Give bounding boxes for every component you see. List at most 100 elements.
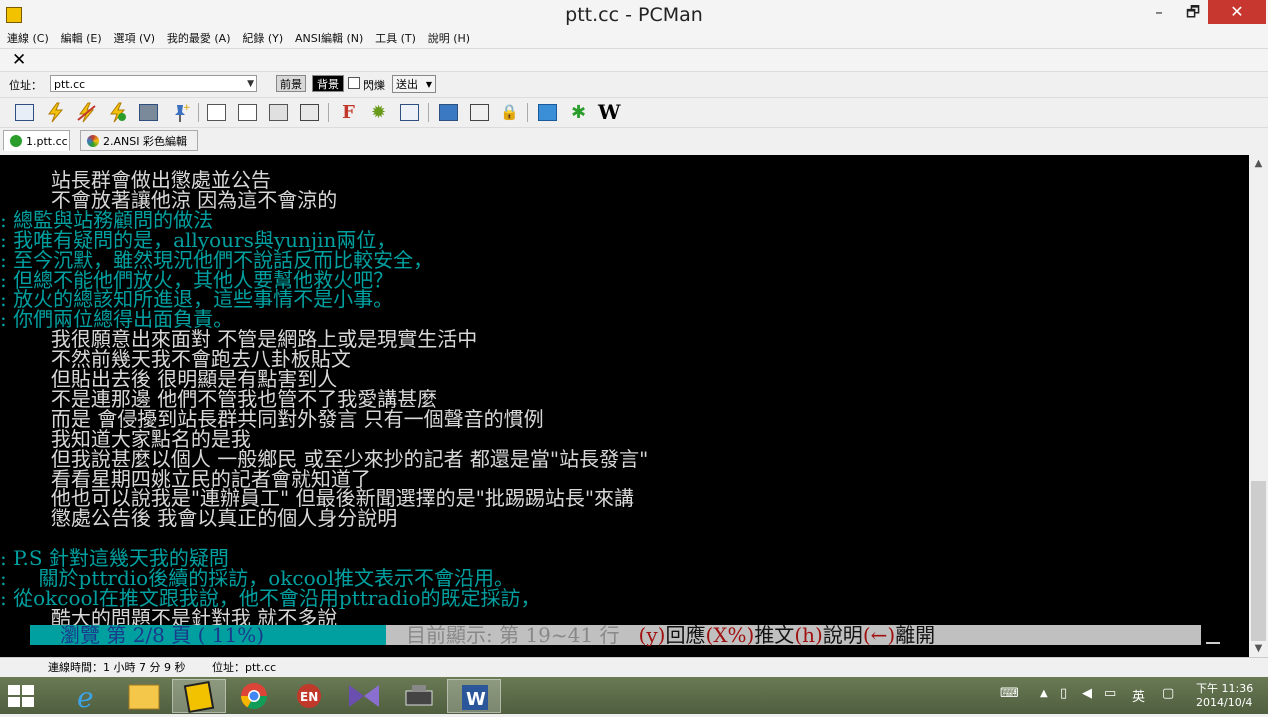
- reconnect-icon[interactable]: [76, 102, 97, 123]
- address-value: ptt.cc: [54, 78, 86, 91]
- connection-time: 連線時間：1 小時 7 分 9 秒: [48, 661, 186, 674]
- blink-label: 閃爍: [363, 79, 385, 92]
- send-button[interactable]: 送出 ▼: [392, 75, 436, 93]
- menu-favorites[interactable]: 我的最愛 (A): [163, 30, 235, 47]
- tab-ptt[interactable]: 1.ptt.cc: [3, 130, 70, 151]
- menu-ansi-edit[interactable]: ANSI編輯 (N): [291, 30, 367, 47]
- chevron-down-icon[interactable]: ▼: [426, 76, 432, 93]
- chrome-icon[interactable]: [227, 679, 281, 713]
- scroll-up-icon[interactable]: ▲: [1249, 155, 1268, 172]
- address-label: 位址：: [9, 79, 42, 92]
- terminal-line: : 總監與站務顧問的做法: [0, 207, 214, 232]
- calculator-icon[interactable]: [469, 102, 490, 123]
- menu-edit[interactable]: 編輯 (E): [57, 30, 106, 47]
- terminal-line: : 從okcool在推文跟我說，他不會沿用pttradio的既定採訪，: [0, 585, 541, 610]
- page-indicator: 瀏覽 第 2/8 頁 ( 11%): [30, 625, 386, 645]
- network-icon[interactable]: ▭: [1104, 686, 1116, 701]
- terminal-line: : 至今沉默，雖然現況他們不說話反而比較安全，: [0, 247, 434, 272]
- disconnect-icon[interactable]: [107, 102, 128, 123]
- menu-log[interactable]: 紀錄 (Y): [238, 30, 287, 47]
- minimize-button[interactable]: –: [1142, 0, 1176, 24]
- menu-tools[interactable]: 工具 (T): [371, 30, 420, 47]
- close-window-button[interactable]: ✕: [1208, 0, 1266, 24]
- monitor-icon[interactable]: [438, 102, 459, 123]
- status-bar: 連線時間：1 小時 7 分 9 秒 位址：ptt.cc: [0, 657, 1268, 678]
- vertical-scrollbar[interactable]: ▲ ▼: [1249, 155, 1268, 657]
- copy-icon[interactable]: [206, 102, 227, 123]
- windows-start-icon[interactable]: [6, 683, 36, 709]
- toolbar-separator: [198, 103, 199, 122]
- send-label: 送出: [396, 78, 418, 91]
- keyboard-icon[interactable]: ⌨: [1000, 686, 1019, 701]
- clock-time[interactable]: 下午 11:36: [1196, 680, 1253, 696]
- pcman-taskbar-icon[interactable]: [172, 679, 226, 714]
- tab-bar: 1.ptt.cc 2.ANSI 彩色編輯: [0, 128, 1268, 153]
- clock-date[interactable]: 2014/10/4: [1196, 696, 1252, 709]
- svg-text:+: +: [183, 103, 190, 113]
- terminal-status-line: 瀏覽 第 2/8 頁 ( 11%) 目前顯示: 第 19~41 行 (y)回應(…: [30, 625, 1220, 645]
- close-tab-icon[interactable]: ✕: [12, 49, 26, 71]
- terminal-screen[interactable]: 站長群會做出懲處並公告 不會放著讓他涼 因為這不會涼的: 總監與站務顧問的做法:…: [0, 155, 1249, 657]
- search-icon[interactable]: [537, 102, 558, 123]
- title-bar: ptt.cc - PCMan – 🗗 ✕: [0, 0, 1268, 30]
- foreground-button[interactable]: 前景: [276, 75, 306, 92]
- connect-icon[interactable]: [45, 102, 66, 123]
- volume-icon[interactable]: ◀: [1082, 686, 1092, 701]
- terminal-line: : 關於pttrdio後續的採訪，okcool推文表示不會沿用。: [0, 566, 515, 590]
- scanner-icon[interactable]: [392, 679, 446, 713]
- terminal-line: 不是連那邊 他們不管我也管不了我愛講甚麼: [0, 386, 438, 411]
- toolbar-separator: [428, 103, 429, 122]
- line-range: 目前顯示: 第 19~41 行: [406, 623, 620, 647]
- word-icon[interactable]: W: [447, 679, 501, 713]
- window-title: ptt.cc - PCMan: [565, 4, 703, 26]
- copy-paste-icon[interactable]: [268, 102, 289, 123]
- status-help: 目前顯示: 第 19~41 行 (y)回應(X%)推文(h)說明(←)離開: [386, 625, 1201, 645]
- push-key: (X%): [705, 623, 755, 647]
- svg-text:W: W: [466, 689, 486, 710]
- scroll-down-icon[interactable]: ▼: [1249, 640, 1268, 657]
- action-center-icon[interactable]: ▢: [1162, 686, 1174, 701]
- save-screen-icon[interactable]: [299, 102, 320, 123]
- media-icon[interactable]: [337, 679, 391, 713]
- scroll-thumb[interactable]: [1251, 481, 1266, 641]
- background-button[interactable]: 背景: [312, 75, 344, 92]
- internet-explorer-icon[interactable]: e: [62, 679, 116, 714]
- menu-connection[interactable]: 連線 (C): [3, 30, 53, 47]
- paste-icon[interactable]: [237, 102, 258, 123]
- terminal-line: 不會放著讓他涼 因為這不會涼的: [0, 187, 338, 212]
- power-icon[interactable]: ▯: [1060, 686, 1067, 701]
- close-tab-bar: ✕: [0, 49, 1268, 72]
- terminal-line: 站長群會做出懲處並公告: [0, 168, 271, 192]
- settings-icon[interactable]: ✹: [368, 102, 389, 123]
- address-input[interactable]: ptt.cc ▼: [50, 75, 257, 92]
- wikipedia-icon[interactable]: W: [598, 102, 620, 123]
- blink-checkbox[interactable]: [348, 77, 360, 89]
- toolbar-separator: [328, 103, 329, 122]
- toolbar-separator: [527, 103, 528, 122]
- en-icon[interactable]: EN: [282, 679, 336, 713]
- tab-ansi-editor[interactable]: 2.ANSI 彩色編輯: [80, 130, 198, 151]
- tab-label: 2.ANSI 彩色編輯: [103, 135, 187, 148]
- photo-icon[interactable]: [138, 102, 159, 123]
- pin-icon[interactable]: +: [169, 102, 191, 123]
- menu-options[interactable]: 選項 (V): [109, 30, 159, 47]
- flower-icon[interactable]: ✱: [568, 102, 589, 123]
- show-hidden-icons-icon[interactable]: ▲: [1040, 688, 1048, 699]
- address-book-icon[interactable]: [14, 102, 35, 123]
- toolbar: + F ✹ 🔒 ✱ W: [0, 98, 1268, 128]
- file-explorer-icon[interactable]: [117, 679, 171, 713]
- lock-icon[interactable]: 🔒: [499, 102, 520, 123]
- font-icon[interactable]: F: [338, 102, 359, 123]
- globe-icon: [10, 135, 22, 147]
- terminal-line: 但我說甚麼以個人 一般鄉民 或至少來抄的記者 都還是當"站長發言": [0, 446, 649, 471]
- terminal-line: 我知道大家點名的是我: [0, 426, 251, 451]
- maximize-button[interactable]: 🗗: [1176, 0, 1210, 24]
- terminal-line: 懲處公告後 我會以真正的個人身分說明: [0, 506, 398, 531]
- terminal-line: 但貼出去後 很明顯是有點害到人: [0, 367, 338, 391]
- menu-help[interactable]: 說明 (H): [424, 30, 474, 47]
- chevron-down-icon[interactable]: ▼: [247, 76, 254, 93]
- ime-indicator[interactable]: 英: [1132, 686, 1145, 705]
- resize-icon[interactable]: [399, 102, 420, 123]
- status-address: 位址：ptt.cc: [212, 661, 277, 674]
- svg-text:e: e: [77, 681, 94, 713]
